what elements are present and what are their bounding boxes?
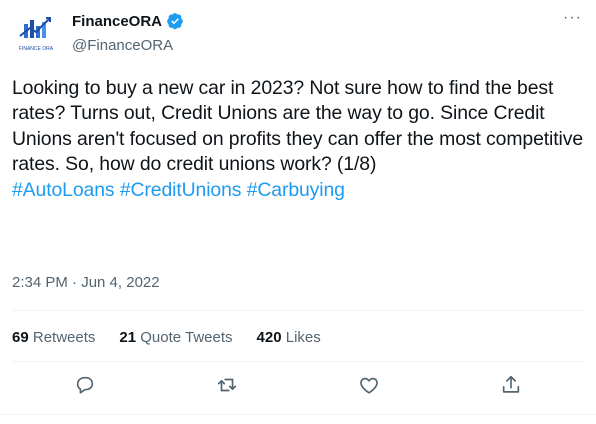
avatar[interactable]: FINANCE ORA: [12, 10, 60, 58]
divider: [12, 310, 584, 311]
author-name-row[interactable]: FinanceORA: [72, 12, 184, 30]
tweet-timestamp[interactable]: 2:34 PM · Jun 4, 2022: [12, 274, 160, 291]
share-icon[interactable]: [500, 374, 524, 398]
hashtag-list: #AutoLoans #CreditUnions #Carbuying: [12, 178, 584, 203]
hashtag-link[interactable]: #AutoLoans: [12, 179, 115, 201]
author-handle[interactable]: @FinanceORA: [72, 37, 173, 54]
author-display-name[interactable]: FinanceORA: [72, 13, 162, 30]
hashtag-link[interactable]: #CreditUnions: [120, 179, 242, 201]
tweet-body: Looking to buy a new car in 2023? Not su…: [12, 77, 584, 176]
divider: [0, 414, 596, 415]
quote-tweets-count: 21: [119, 329, 137, 346]
logo-text: FINANCE ORA: [19, 46, 54, 52]
hashtag-link[interactable]: #Carbuying: [247, 179, 345, 201]
reply-icon[interactable]: [74, 374, 98, 398]
quote-tweets-stat[interactable]: 21 Quote Tweets: [119, 329, 232, 346]
action-bar: [0, 372, 596, 402]
heart-icon[interactable]: [358, 374, 382, 398]
likes-label: Likes: [285, 329, 321, 346]
quote-tweets-label: Quote Tweets: [140, 329, 233, 346]
tweet-text: Looking to buy a new car in 2023? Not su…: [12, 76, 584, 203]
finance-ora-logo: FINANCE ORA: [19, 17, 54, 52]
verified-badge-icon: [166, 12, 184, 30]
likes-stat[interactable]: 420 Likes: [257, 329, 321, 346]
retweets-count: 69: [12, 329, 29, 346]
retweets-label: Retweets: [32, 329, 96, 346]
retweets-stat[interactable]: 69 Retweets: [12, 329, 95, 346]
likes-count: 420: [256, 329, 282, 346]
tweet-stats: 69 Retweets 21 Quote Tweets 420 Likes: [12, 329, 345, 346]
divider: [12, 361, 584, 362]
more-options-icon[interactable]: ···: [563, 10, 582, 26]
retweet-icon[interactable]: [216, 374, 240, 398]
